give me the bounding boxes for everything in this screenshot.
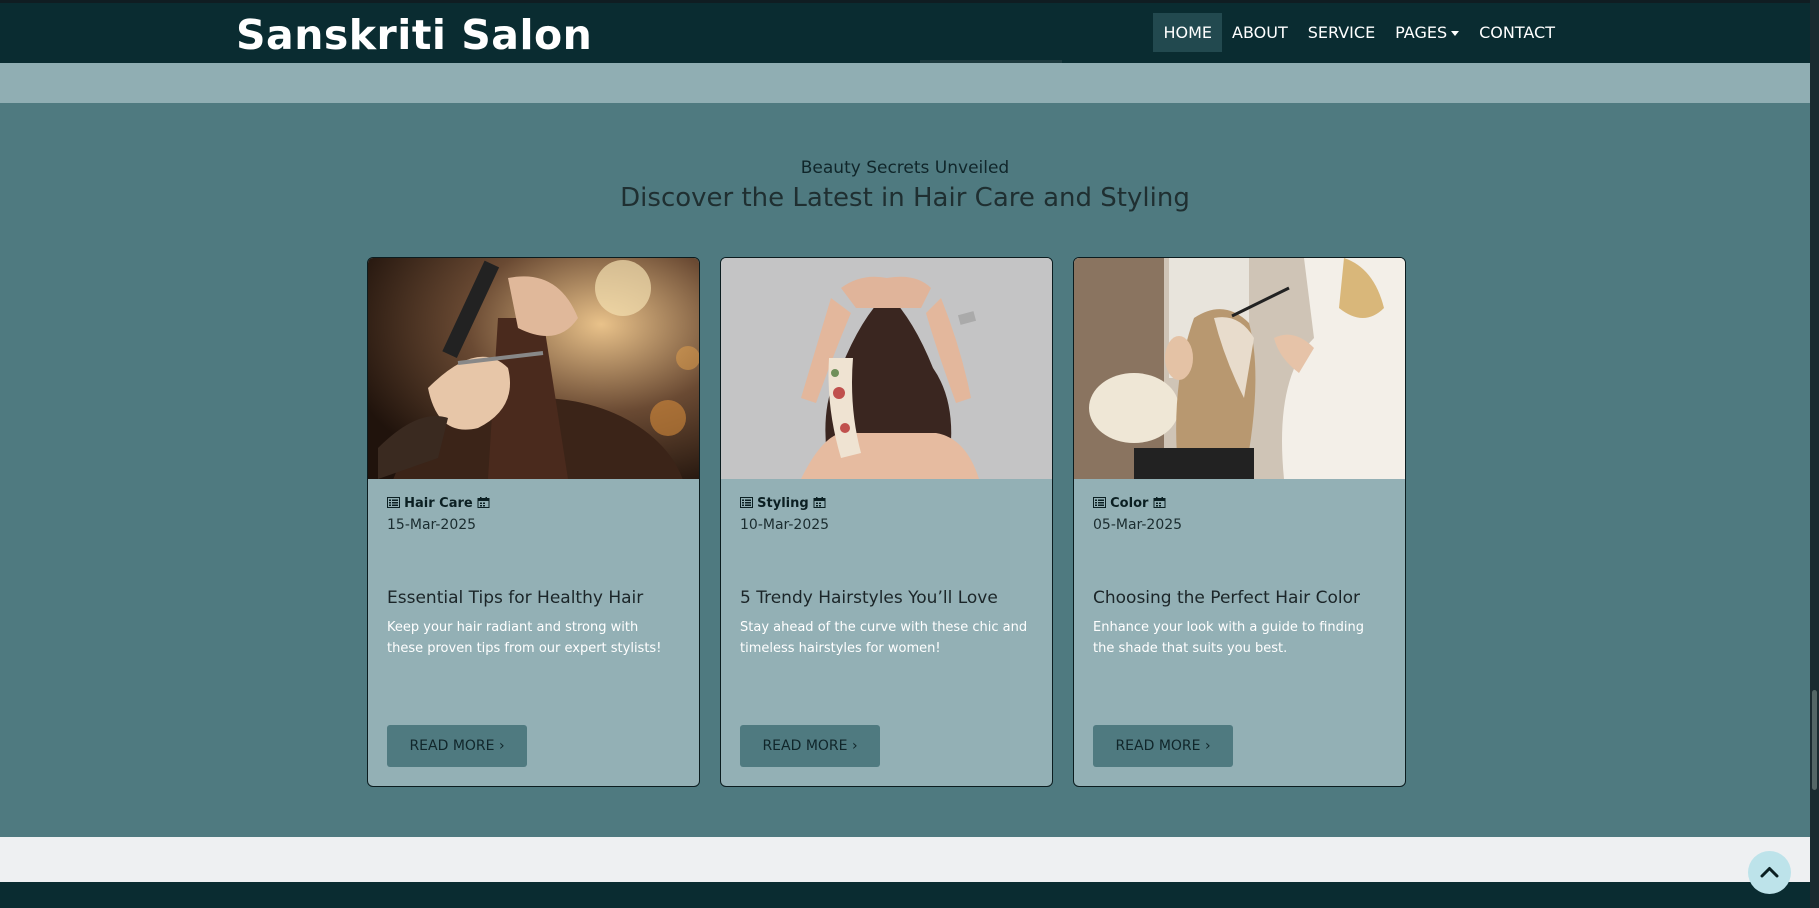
card-image-color[interactable] (1074, 258, 1405, 479)
nav-about[interactable]: ABOUT (1222, 13, 1298, 52)
card-category[interactable]: Color (1110, 496, 1148, 511)
footer (0, 882, 1810, 908)
back-to-top-button[interactable] (1748, 851, 1791, 894)
list-icon (1093, 497, 1106, 508)
section-heading: Discover the Latest in Hair Care and Sty… (620, 183, 1190, 213)
card-image-haircut[interactable] (368, 258, 699, 479)
card-excerpt: Enhance your look with a guide to findin… (1093, 620, 1364, 656)
nav-pages-label: PAGES (1395, 23, 1448, 42)
blog-section: Beauty Secrets Unveiled Discover the Lat… (0, 103, 1810, 837)
card-title[interactable]: Choosing the Perfect Hair Color (1093, 588, 1360, 608)
card-image-styling[interactable] (721, 258, 1052, 479)
card-meta: Color (1093, 496, 1166, 511)
scrollbar-thumb[interactable] (1812, 690, 1817, 790)
card-meta: Hair Care (387, 496, 490, 511)
card-title[interactable]: 5 Trendy Hairstyles You’ll Love (740, 588, 998, 608)
card-date: 10-Mar-2025 (740, 517, 830, 533)
calendar-icon (1153, 497, 1166, 508)
nav-home[interactable]: HOME (1153, 13, 1222, 52)
card-excerpt: Keep your hair radiant and strong with t… (387, 620, 662, 656)
card-date: 05-Mar-2025 (1093, 517, 1183, 533)
read-more-button[interactable]: READ MORE › (1093, 725, 1233, 767)
read-more-button[interactable]: READ MORE › (387, 725, 527, 767)
blog-card: Styling 10-Mar-2025 5 Trendy Hairstyles … (720, 257, 1053, 787)
list-icon (740, 497, 753, 508)
card-excerpt: Stay ahead of the curve with these chic … (740, 620, 1028, 656)
section-eyebrow: Beauty Secrets Unveiled (800, 158, 1010, 178)
caret-down-icon (1451, 31, 1460, 36)
calendar-icon (477, 497, 490, 508)
top-band (0, 63, 1810, 103)
nav-service[interactable]: SERVICE (1298, 13, 1385, 52)
chevron-up-icon (1760, 867, 1779, 878)
brand-logo[interactable]: Sanskriti Salon (236, 11, 592, 59)
card-category[interactable]: Hair Care (404, 496, 473, 511)
nav-pages-dropdown[interactable]: PAGES (1385, 13, 1469, 52)
navbar: Sanskriti Salon HOME ABOUT SERVICE PAGES… (0, 0, 1810, 63)
card-date: 15-Mar-2025 (387, 517, 477, 533)
card-title[interactable]: Essential Tips for Healthy Hair (387, 588, 643, 608)
card-meta: Styling (740, 496, 826, 511)
nav-contact[interactable]: CONTACT (1469, 13, 1565, 52)
blog-card: Hair Care 15-Mar-2025 Essential Tips for… (367, 257, 700, 787)
light-band (0, 837, 1810, 882)
list-icon (387, 497, 400, 508)
main-nav: HOME ABOUT SERVICE PAGES CONTACT (1153, 13, 1565, 52)
read-more-button[interactable]: READ MORE › (740, 725, 880, 767)
card-category[interactable]: Styling (757, 496, 809, 511)
calendar-icon (813, 497, 826, 508)
blog-card: Color 05-Mar-2025 Choosing the Perfect H… (1073, 257, 1406, 787)
